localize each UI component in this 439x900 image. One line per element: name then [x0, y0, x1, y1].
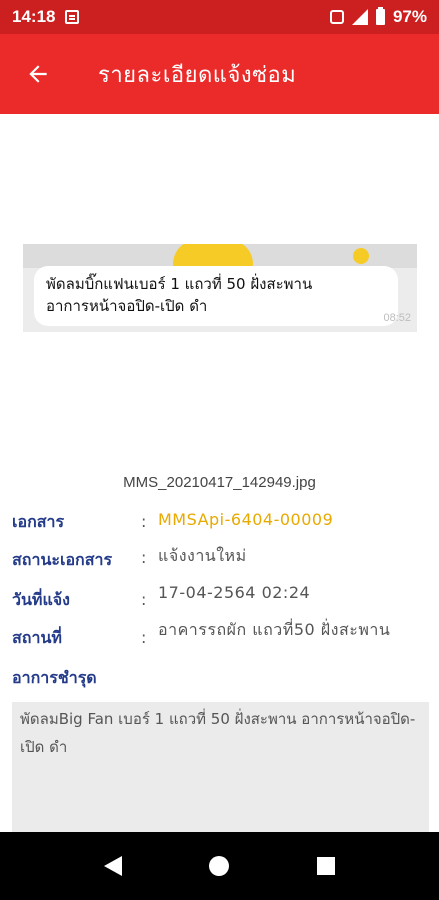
document-label: เอกสาร	[12, 512, 65, 531]
status-value: แจ้งงานใหม่	[158, 546, 247, 565]
nav-back-icon[interactable]	[103, 856, 122, 876]
status-colon: :	[141, 548, 147, 567]
symptom-label: อาการชำรุด	[12, 668, 97, 687]
status-indicators: 97%	[329, 7, 427, 27]
photo-caption-line1: พัดลมบิ๊กแฟนเบอร์ 1 แถวที่ 50 ฝั่งสะพาน	[46, 275, 313, 293]
battery-percent: 97%	[392, 7, 427, 26]
status-bar: 14:18 97%	[0, 0, 439, 34]
photo-sticker-ear	[353, 248, 369, 264]
battery-icon	[375, 7, 385, 25]
location-value: อาคารรถผัก แถวที่50 ฝั่งสะพาน	[158, 620, 391, 639]
system-nav-bar	[0, 832, 439, 900]
date-colon: :	[141, 590, 147, 609]
signal-icon	[351, 9, 368, 25]
photo-caption-line2: อาการหน้าจอปิด-เปิด ดำ	[46, 297, 208, 315]
back-button[interactable]	[0, 34, 76, 114]
date-value: 17-04-2564 02:24	[158, 583, 311, 602]
photo-filename: MMS_20210417_142949.jpg	[123, 474, 316, 491]
photo-chat-bubble: พัดลมบิ๊กแฟนเบอร์ 1 แถวที่ 50 ฝั่งสะพาน …	[34, 266, 398, 326]
date-label: วันที่แจ้ง	[12, 590, 70, 609]
app-bar: รายละเอียดแจ้งซ่อม	[0, 34, 439, 114]
status-label: สถานะเอกสาร	[12, 550, 113, 569]
nav-recent-icon[interactable]	[317, 857, 336, 875]
photo-timestamp: 08:52	[383, 312, 411, 324]
location-label: สถานที่	[12, 628, 62, 647]
vibrate-icon	[329, 10, 344, 24]
nav-home-icon[interactable]	[209, 856, 230, 876]
attachment-photo[interactable]: พัดลมบิ๊กแฟนเบอร์ 1 แถวที่ 50 ฝั่งสะพาน …	[23, 244, 417, 332]
message-icon	[65, 10, 80, 24]
document-value: MMSApi-6404-00009	[158, 510, 334, 529]
document-colon: :	[141, 512, 147, 531]
status-time: 14:18	[12, 7, 56, 26]
back-arrow-icon	[29, 65, 47, 83]
location-colon: :	[141, 628, 147, 647]
symptom-text: พัดลมBig Fan เบอร์ 1 แถวที่ 50 ฝั่งสะพาน…	[12, 702, 429, 834]
page-title: รายละเอียดแจ้งซ่อม	[98, 62, 297, 88]
